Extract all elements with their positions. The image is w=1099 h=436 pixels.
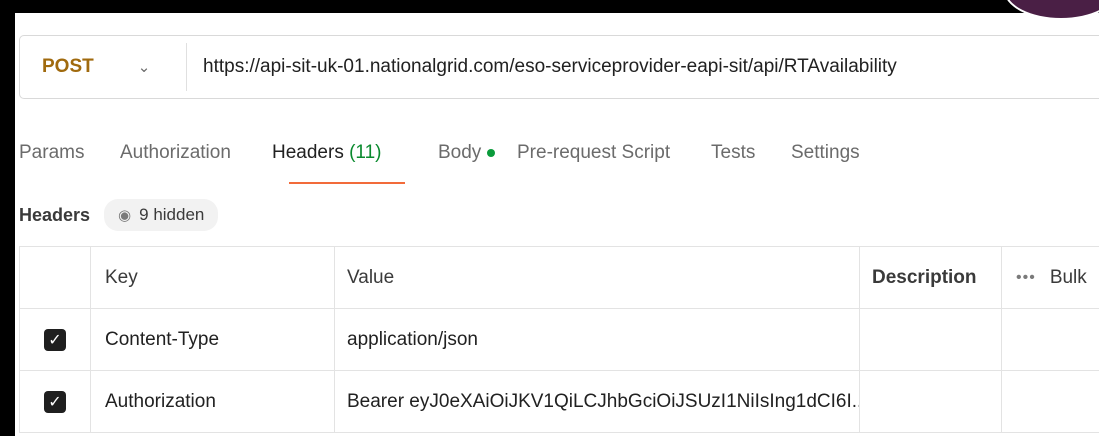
tab-params[interactable]: Params <box>19 142 84 164</box>
hidden-count-label: 9 hidden <box>139 205 205 224</box>
tab-pre-request-script[interactable]: Pre-request Script <box>517 142 670 164</box>
corner-decoration <box>1004 0 1099 20</box>
method-select[interactable]: POST ⌄ <box>20 56 170 78</box>
eye-icon: ◉ <box>118 207 132 224</box>
bulk-edit-cell: ••• Bulk <box>1002 247 1099 308</box>
row-actions <box>1002 371 1099 432</box>
method-label: POST <box>42 56 94 77</box>
url-input[interactable]: https://api-sit-uk-01.nationalgrid.com/e… <box>203 56 897 78</box>
row-value[interactable]: Bearer eyJ0eXAiOiJKV1QiLCJhbGciOiJSUzI1N… <box>335 371 860 432</box>
tab-body-label: Body <box>438 142 482 163</box>
active-tab-underline <box>289 182 405 184</box>
row-enabled-cell: ✓ <box>20 371 91 432</box>
row-enabled-cell: ✓ <box>20 309 91 370</box>
row-actions <box>1002 309 1099 370</box>
headers-section-label: Headers <box>19 204 91 225</box>
table-header-row: Key Value Description ••• Bulk <box>20 247 1099 309</box>
request-url-bar: POST ⌄ https://api-sit-uk-01.nationalgri… <box>19 35 1099 99</box>
screenshot-frame-top <box>0 0 1099 13</box>
row-enabled-checkbox[interactable]: ✓ <box>44 328 66 351</box>
chevron-down-icon: ⌄ <box>137 59 151 76</box>
tab-headers[interactable]: Headers (11) <box>272 142 382 164</box>
headers-toolbar: Headers ◉ 9 hidden <box>19 198 219 232</box>
tab-authorization[interactable]: Authorization <box>120 142 231 164</box>
tab-headers-label: Headers <box>272 142 344 163</box>
table-row: ✓ Content-Type application/json <box>20 309 1099 371</box>
table-row: ✓ Authorization Bearer eyJ0eXAiOiJKV1QiL… <box>20 371 1099 433</box>
column-header-description: Description <box>860 247 1002 308</box>
column-header-value: Value <box>335 247 860 308</box>
tab-body[interactable]: Body <box>438 142 496 164</box>
column-header-key: Key <box>91 247 335 308</box>
row-key[interactable]: Authorization <box>91 371 335 432</box>
body-indicator-dot <box>487 148 496 157</box>
tab-headers-count: (11) <box>349 142 382 163</box>
url-divider <box>186 43 187 91</box>
checkbox-column-header <box>20 247 91 308</box>
row-enabled-checkbox[interactable]: ✓ <box>44 390 66 413</box>
tab-settings[interactable]: Settings <box>791 142 860 164</box>
row-key[interactable]: Content-Type <box>91 309 335 370</box>
more-options-icon[interactable]: ••• <box>1016 269 1036 287</box>
hidden-headers-toggle[interactable]: ◉ 9 hidden <box>104 199 219 231</box>
screenshot-frame-left <box>0 0 15 436</box>
headers-table: Key Value Description ••• Bulk ✓ Content… <box>19 246 1099 433</box>
row-description[interactable] <box>860 371 1002 432</box>
tab-tests[interactable]: Tests <box>711 142 755 164</box>
bulk-edit-button[interactable]: Bulk <box>1050 267 1087 289</box>
row-description[interactable] <box>860 309 1002 370</box>
row-value[interactable]: application/json <box>335 309 860 370</box>
